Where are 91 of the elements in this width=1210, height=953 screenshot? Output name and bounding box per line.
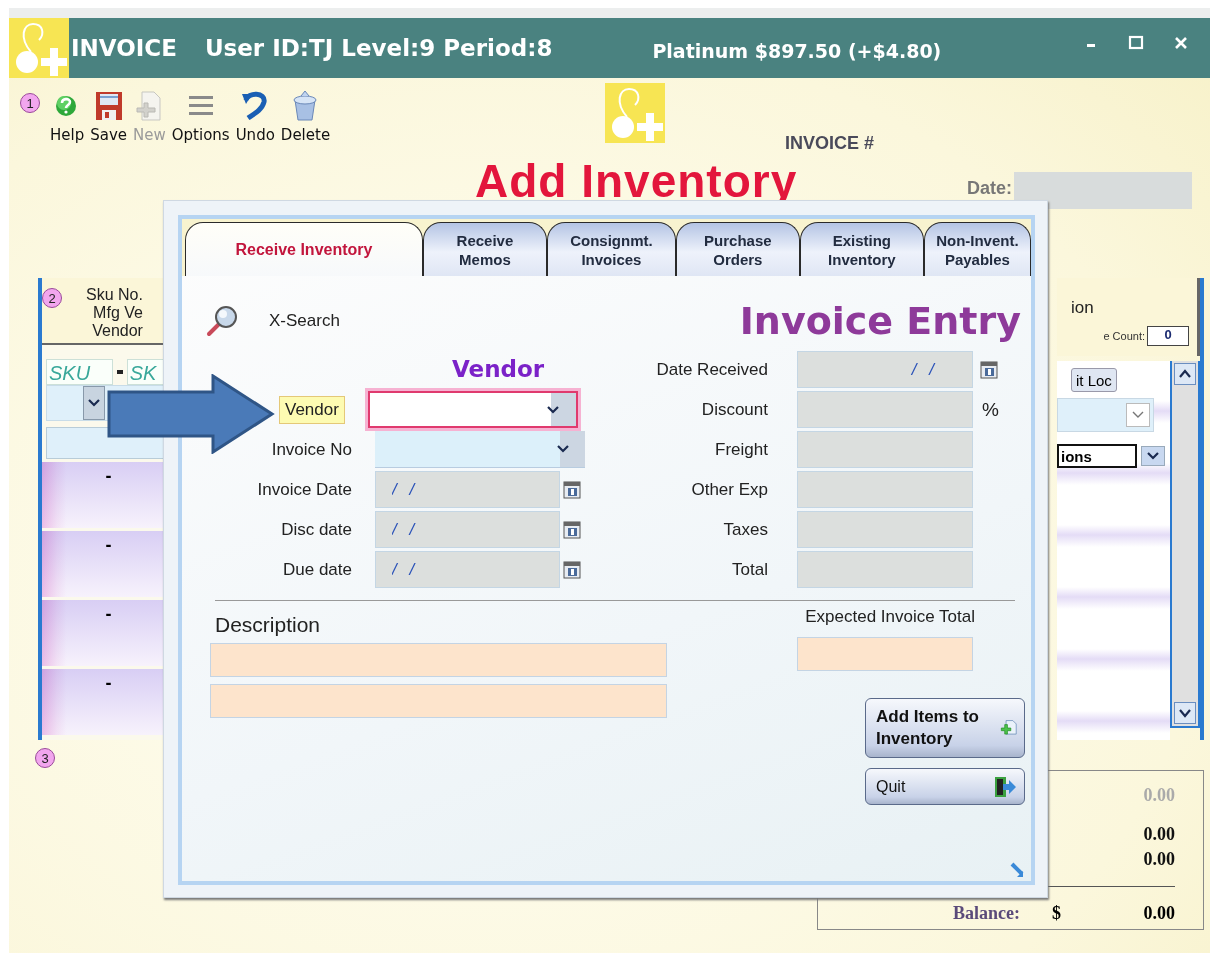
chevron-down-icon [88,399,100,407]
chevron-down-icon [1147,452,1159,460]
count-label: e Count: [1103,330,1145,342]
tab[interactable]: Non-Invent. Payables [923,222,1031,276]
chevron-down-icon [556,445,569,453]
invoice-number-label: INVOICE # [784,132,876,155]
toolbar-button[interactable]: Save [88,90,130,144]
add-items-button[interactable]: Add Items to Inventory [865,698,1025,758]
step-badge: 3 [35,748,55,768]
text-field[interactable] [797,391,973,428]
tab[interactable]: Existing Inventory [799,222,924,276]
text-field[interactable] [210,643,667,677]
window-title: INVOICE [71,35,177,61]
total-value: 0.00 [1143,849,1175,870]
column-heading: Vendor [92,322,143,340]
date-label: Date: [967,178,1012,199]
field-label: Freight [714,439,768,460]
step-badge: 1 [20,93,40,113]
maximize-icon[interactable] [1128,35,1144,51]
dropdown-button[interactable] [550,393,576,426]
logo-icon [9,18,69,78]
close-icon[interactable] [1174,36,1188,50]
tab[interactable]: Purchase Orders [675,222,800,276]
exit-door-icon [992,774,1018,799]
currency-sign: $ [1052,903,1061,924]
tab[interactable]: Receive Inventory [185,222,423,276]
calendar-icon[interactable] [563,560,581,579]
column-heading: Sku No. [86,286,143,304]
table-cell: - [42,462,165,528]
calendar-icon[interactable] [563,480,581,499]
panel-heading: ion [1071,298,1095,318]
field-label: Date Received [655,359,768,380]
field-label: Discount [700,399,768,420]
dropdown-field[interactable] [375,431,585,468]
section-heading: Vendor [451,356,546,382]
options-select[interactable]: ions [1057,444,1137,468]
toolbar-button[interactable]: Undo [233,90,277,144]
tab[interactable]: Consignmt. Invoices [546,222,676,276]
scrollbar[interactable] [1170,361,1200,728]
form-title: Invoice Entry [738,298,1022,345]
field-label: Invoice No [270,439,352,460]
table-cell: - [42,600,165,666]
text-field[interactable] [210,684,667,718]
field-label: Total [731,559,768,580]
field-label: Vendor [279,395,345,424]
metal-price: Platinum $897.50 (+$4.80) [652,40,942,62]
text-field[interactable] [797,471,973,508]
field-label: Taxes [722,519,768,540]
table-cell: - [42,531,165,597]
step-badge: 2 [42,288,62,308]
scroll-up-icon[interactable] [1174,363,1196,385]
date-field[interactable] [1014,172,1192,209]
dropdown-field[interactable] [367,391,578,428]
field-label: Description [215,613,322,636]
field-label: Other Exp [690,479,768,500]
location-button[interactable]: it Loc [1071,368,1117,392]
calendar-icon[interactable] [980,360,998,379]
field-label: Invoice Date [256,479,352,500]
field-label: Expected Invoice Total [804,607,975,628]
total-value: 0.00 [1143,824,1175,845]
percent-sign: % [982,398,999,421]
toolbar-button[interactable]: Delete [278,90,333,144]
date-field[interactable]: / / [797,351,973,388]
scroll-down-icon[interactable] [1174,702,1196,724]
calendar-icon[interactable] [563,520,581,539]
table-cell: - [42,669,165,735]
text-field[interactable] [797,511,973,548]
chevron-down-icon [547,405,560,414]
tab[interactable]: Receive Memos [422,222,547,276]
search-icon[interactable] [205,304,239,338]
field-label: Disc date [280,519,352,540]
count-value: 0 [1147,326,1189,346]
chevron-down-icon [1132,411,1144,419]
toolbar-button[interactable]: Options [169,90,232,144]
user-info: User ID:TJ Level:9 Period:8 [204,35,553,61]
quit-button[interactable]: Quit [865,768,1025,805]
text-field[interactable] [797,551,973,588]
resize-grip-icon[interactable] [1009,861,1025,877]
search-link[interactable]: X-Search [269,311,340,331]
text-field[interactable] [797,431,973,468]
balance-value: 0.00 [1143,903,1175,924]
balance-label: Balance: [953,903,1020,924]
dropdown-button[interactable] [560,431,585,467]
toolbar-button[interactable]: Help [48,90,87,144]
dropdown-button[interactable] [1141,446,1165,466]
page-title: Add Inventory [475,158,798,204]
text-field[interactable] [797,637,973,671]
column-heading: Mfg Ve [93,304,143,322]
dropdown-button[interactable] [83,386,105,420]
total-value: 0.00 [1143,785,1175,806]
field-label: Due date [282,559,352,580]
